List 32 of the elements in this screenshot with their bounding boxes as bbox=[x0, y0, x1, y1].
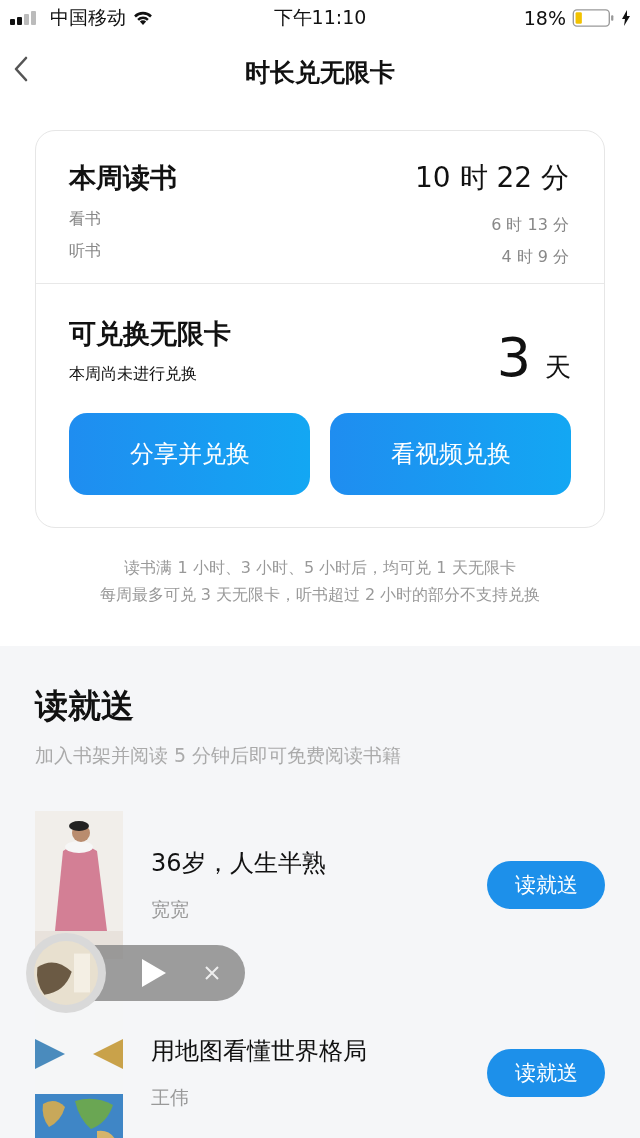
wifi-icon bbox=[132, 10, 154, 26]
book-author: 王伟 bbox=[151, 1085, 190, 1110]
weekly-total: 10 时 22 分 bbox=[415, 160, 569, 196]
reading-time: 6 时 13 分 bbox=[491, 214, 569, 236]
carrier-name: 中国移动 bbox=[50, 5, 126, 30]
book-title: 36岁，人生半熟 bbox=[151, 848, 327, 879]
rule-text: 读书满 1 小时、3 小时、5 小时后，均可兑 1 天无限卡 bbox=[124, 558, 516, 579]
close-icon[interactable] bbox=[204, 965, 220, 981]
page-title: 时长兑无限卡 bbox=[245, 56, 395, 89]
section-title: 读就送 bbox=[35, 685, 135, 727]
play-icon[interactable] bbox=[142, 959, 166, 987]
weekly-label: 本周读书 bbox=[69, 161, 177, 195]
battery-icon bbox=[572, 9, 616, 27]
exchange-note: 本周尚未进行兑换 bbox=[69, 364, 198, 385]
days-count: 3 bbox=[496, 331, 531, 385]
charging-icon bbox=[622, 10, 630, 26]
exchange-label: 可兑换无限卡 bbox=[69, 317, 231, 351]
back-icon[interactable] bbox=[14, 56, 28, 82]
exchange-button[interactable]: 看视频兑换 bbox=[330, 413, 571, 495]
battery-percent: 18% bbox=[523, 7, 566, 29]
reading-type-label: 听书 bbox=[69, 240, 101, 262]
book-author: 宽宽 bbox=[151, 897, 190, 922]
read-button[interactable]: 读就送 bbox=[487, 861, 605, 909]
exchange-button[interactable]: 分享并兑换 bbox=[69, 413, 310, 495]
rule-text: 每周最多可兑 3 天无限卡，听书超过 2 小时的部分不支持兑换 bbox=[99, 585, 541, 606]
book-title: 用地图看懂世界格局 bbox=[151, 1036, 368, 1067]
reading-time: 4 时 9 分 bbox=[501, 246, 569, 268]
read-button[interactable]: 读就送 bbox=[487, 1049, 605, 1097]
status-time: 下午11:10 bbox=[273, 5, 367, 30]
days-unit: 天 bbox=[545, 351, 571, 384]
section-subtitle: 加入书架并阅读 5 分钟后即可免费阅读书籍 bbox=[35, 743, 403, 768]
reading-type-label: 看书 bbox=[69, 208, 101, 230]
